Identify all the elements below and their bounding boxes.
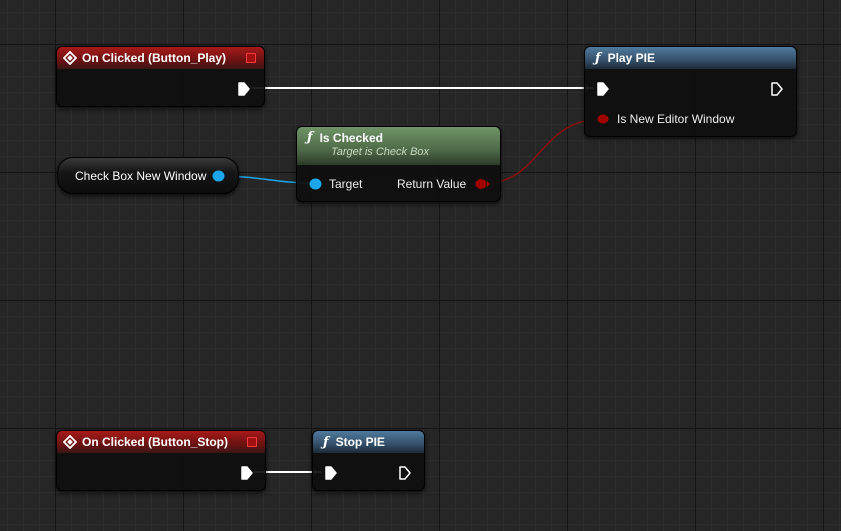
exec-output-pin[interactable] [399, 466, 411, 480]
bool-pin-icon [475, 179, 491, 189]
exec-output-pin[interactable] [241, 466, 253, 480]
target-input-pin[interactable]: Target [309, 177, 362, 191]
node-title: On Clicked (Button_Play) [82, 51, 227, 65]
blueprint-graph-canvas[interactable]: On Clicked (Button_Play) ƒ Play PIE Is N… [0, 0, 841, 531]
function-icon: ƒ [595, 50, 601, 66]
object-pin-icon [309, 178, 322, 190]
function-icon: ƒ [323, 434, 329, 450]
check-box-new-window-variable-node[interactable]: Check Box New Window [57, 157, 239, 194]
event-diamond-icon [63, 435, 77, 449]
object-output-pin[interactable] [212, 170, 225, 182]
node-title: Is Checked [319, 130, 383, 145]
object-pin-icon [212, 170, 225, 181]
node-header: On Clicked (Button_Play) [57, 47, 264, 69]
bool-pin-icon [597, 114, 609, 124]
pin-label: Target [329, 177, 363, 191]
is-checked-node[interactable]: ƒ Is Checked Target is Check Box Target … [296, 126, 501, 202]
node-header: ƒ Stop PIE [313, 431, 424, 453]
node-title: Stop PIE [335, 435, 385, 449]
exec-input-pin[interactable] [597, 82, 609, 96]
on-clicked-play-node[interactable]: On Clicked (Button_Play) [56, 46, 265, 107]
node-header: ƒ Play PIE [585, 47, 796, 69]
event-diamond-icon [63, 51, 77, 65]
node-title: On Clicked (Button_Stop) [82, 435, 228, 449]
pin-label: Is New Editor Window [617, 112, 735, 126]
play-pie-node[interactable]: ƒ Play PIE Is New Editor Window [584, 46, 797, 137]
is-new-editor-window-pin[interactable]: Is New Editor Window [597, 112, 734, 126]
function-icon: ƒ [307, 130, 313, 145]
return-value-output-pin[interactable]: Return Value [397, 177, 491, 191]
node-header: ƒ Is Checked Target is Check Box [297, 127, 500, 165]
exec-input-pin[interactable] [325, 466, 337, 480]
on-clicked-stop-node[interactable]: On Clicked (Button_Stop) [56, 430, 266, 491]
node-header: On Clicked (Button_Stop) [57, 431, 265, 453]
node-subtitle: Target is Check Box [331, 146, 430, 158]
delegate-pin[interactable] [246, 53, 256, 63]
delegate-pin[interactable] [247, 437, 257, 447]
stop-pie-node[interactable]: ƒ Stop PIE [312, 430, 425, 491]
pin-label: Return Value [397, 177, 467, 191]
exec-output-pin[interactable] [238, 82, 250, 96]
variable-label: Check Box New Window [75, 168, 207, 183]
exec-output-pin[interactable] [771, 82, 783, 96]
node-title: Play PIE [607, 51, 655, 65]
